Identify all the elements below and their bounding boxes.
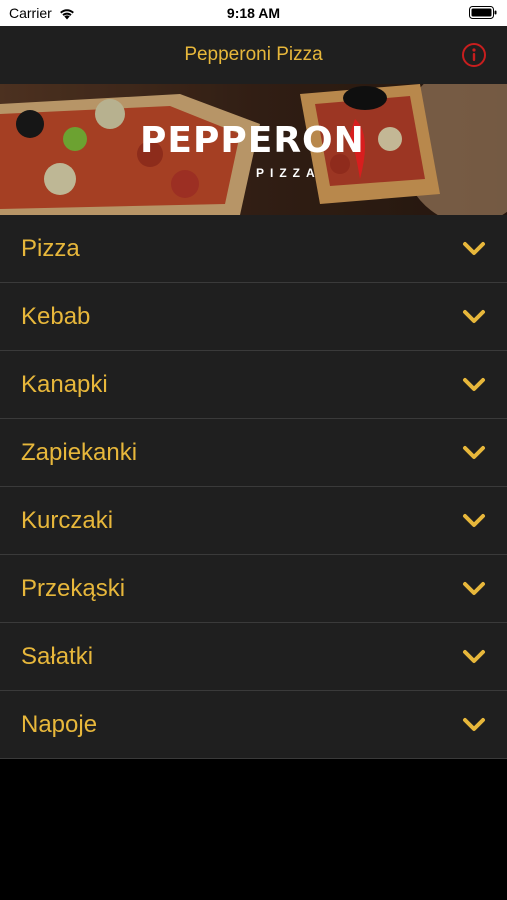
menu-item-label: Kanapki xyxy=(21,371,108,398)
menu-item-pizza[interactable]: Pizza xyxy=(0,215,507,283)
menu-item-kurczaki[interactable]: Kurczaki xyxy=(0,487,507,555)
menu-item-salatki[interactable]: Sałatki xyxy=(0,623,507,691)
menu-item-label: Przekąski xyxy=(21,575,126,602)
chevron-down-icon xyxy=(463,378,485,391)
chevron-down-icon xyxy=(463,582,485,595)
logo-subtext: PIZZA xyxy=(256,166,321,180)
menu-item-przekaski[interactable]: Przekąski xyxy=(0,555,507,623)
chevron-down-icon xyxy=(463,242,485,255)
battery-icon xyxy=(469,6,497,19)
status-time: 9:18 AM xyxy=(226,5,281,21)
menu-item-label: Sałatki xyxy=(21,643,94,670)
menu-item-label: Kurczaki xyxy=(21,507,114,534)
status-bar: Carrier 9:18 AM xyxy=(0,0,507,26)
info-icon[interactable] xyxy=(461,42,487,68)
menu-item-label: Zapiekanki xyxy=(21,439,138,466)
pizza-banner: PEPPERON PIZZA xyxy=(0,84,507,215)
logo-text: PEPPERON xyxy=(140,120,365,161)
chevron-down-icon xyxy=(463,446,485,459)
chevron-down-icon xyxy=(463,650,485,663)
menu-item-kebab[interactable]: Kebab xyxy=(0,283,507,351)
chevron-down-icon xyxy=(463,310,485,323)
chevron-down-icon xyxy=(463,718,485,731)
menu-item-kanapki[interactable]: Kanapki xyxy=(0,351,507,419)
menu-item-label: Kebab xyxy=(21,303,91,330)
menu-item-zapiekanki[interactable]: Zapiekanki xyxy=(0,419,507,487)
navigation-bar: Pepperoni Pizza xyxy=(0,26,507,84)
chevron-down-icon xyxy=(463,514,485,527)
menu-item-label: Napoje xyxy=(21,711,98,738)
category-menu: Pizza Kebab Kanapki Zapiekanki Kurczaki … xyxy=(0,215,507,759)
page-title: Pepperoni Pizza xyxy=(184,44,323,65)
menu-item-napoje[interactable]: Napoje xyxy=(0,691,507,759)
menu-item-label: Pizza xyxy=(21,235,80,262)
